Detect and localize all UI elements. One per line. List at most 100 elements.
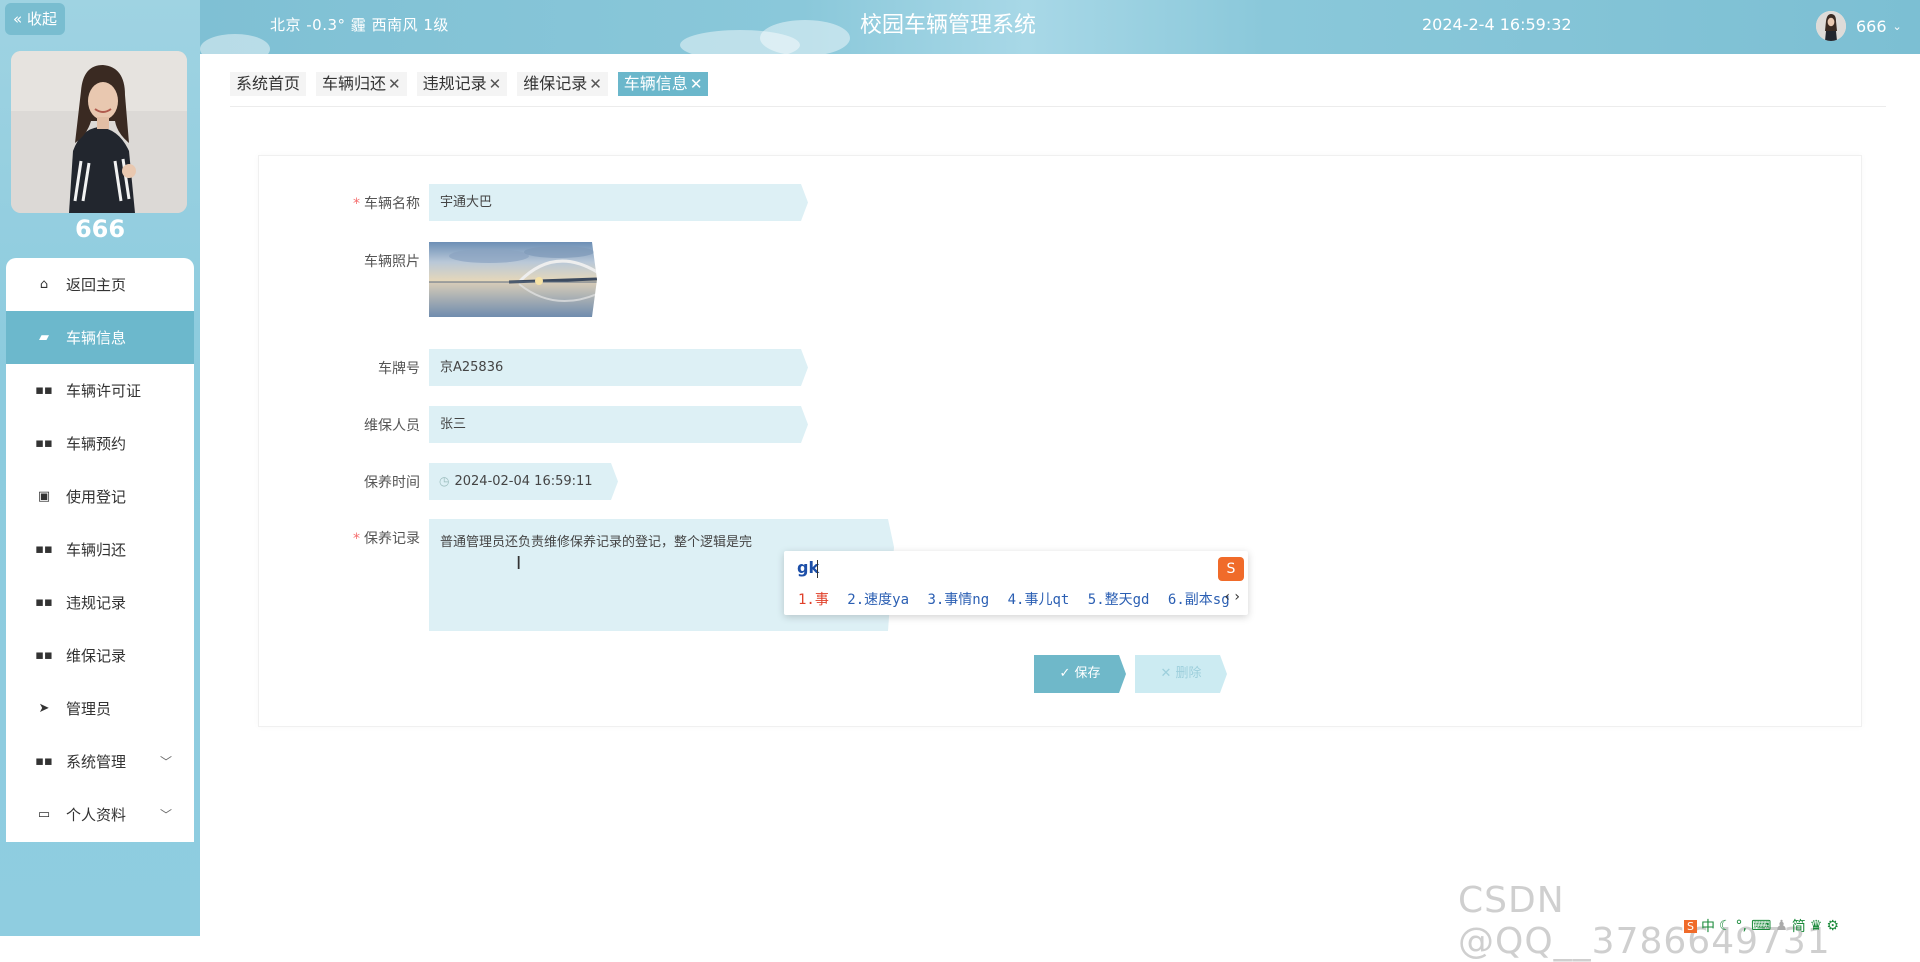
punctuation-icon[interactable]: °,	[1736, 918, 1747, 934]
cloud-decoration	[760, 20, 850, 54]
tab-home[interactable]: 系统首页	[230, 72, 307, 96]
user-avatar-large	[11, 51, 187, 213]
required-mark: *	[353, 531, 360, 547]
sidebar-item-label: 返回主页	[66, 276, 127, 294]
sidebar-item-label: 车辆预约	[66, 435, 127, 453]
cloud-decoration	[200, 34, 270, 54]
tab-label: 系统首页	[236, 74, 301, 93]
sidebar-item-vehicle-booking[interactable]: ▪▪ 车辆预约	[6, 417, 194, 470]
user-icon[interactable]: ♟	[1775, 918, 1788, 934]
home-icon: ⌂	[39, 277, 49, 292]
tab-vehicle-return[interactable]: 车辆归还 ✕	[316, 72, 407, 96]
maintenance-time-label: 保养时间	[364, 475, 420, 491]
tab-label: 车辆信息	[623, 74, 688, 93]
grid-icon: ▪▪	[35, 754, 53, 769]
vehicle-photo-label: 车辆照片	[364, 254, 420, 270]
avatar	[1816, 11, 1846, 41]
tab-divider	[230, 106, 1886, 107]
sidebar-item-vehicle-info[interactable]: ▰ 车辆信息	[6, 311, 194, 364]
current-datetime: 2024-2-4 16:59:32	[1422, 15, 1572, 34]
card-icon: ▭	[37, 807, 51, 822]
ime-candidates: 1.事 2.速度ya 3.事情ng 4.事儿qt 5.整天gd 6.副本sg	[798, 589, 1240, 609]
page-title: 校园车辆管理系统	[860, 13, 1037, 38]
grid-icon: ▪▪	[35, 383, 53, 398]
sidebar-item-label: 车辆归还	[66, 541, 127, 559]
ime-candidate-popup: gk S 1.事 2.速度ya 3.事情ng 4.事儿qt 5.整天gd 6.副…	[784, 551, 1248, 615]
grid-icon: ▪▪	[35, 436, 53, 451]
ime-candidate[interactable]: 6.副本sg	[1168, 592, 1230, 608]
delete-button[interactable]: ✕ 删除	[1135, 655, 1227, 693]
top-header: 北京 -0.3° 霾 西南风 1级 校园车辆管理系统 2024-2-4 16:5…	[200, 0, 1920, 54]
ime-candidate[interactable]: 3.事情ng	[927, 592, 989, 608]
skin-icon[interactable]: ♛	[1810, 918, 1823, 934]
tab-bar: 系统首页 车辆归还 ✕ 违规记录 ✕ 维保记录 ✕ 车辆信息 ✕	[230, 72, 718, 97]
simplified-indicator[interactable]: 简	[1792, 916, 1806, 936]
label-text: 车辆名称	[364, 196, 420, 212]
close-icon[interactable]: ✕	[690, 72, 703, 96]
sidebar-menu: ⌂ 返回主页 ▰ 车辆信息 ▪▪ 车辆许可证 ▪▪ 车辆预约 ▣ 使用登记 ▪▪…	[6, 258, 194, 842]
send-icon: ➤	[38, 701, 50, 716]
sogou-tray-icon[interactable]: S	[1684, 919, 1697, 933]
close-icon[interactable]: ✕	[388, 72, 401, 96]
sidebar-item-usage-register[interactable]: ▣ 使用登记	[6, 470, 194, 523]
ime-candidate[interactable]: 1.事	[798, 592, 829, 608]
sidebar-item-label: 使用登记	[66, 488, 127, 506]
label-text: 保养记录	[364, 531, 420, 547]
sidebar-user-name: 666	[74, 215, 126, 243]
tab-maintenance[interactable]: 维保记录 ✕	[517, 72, 608, 96]
sidebar-item-label: 系统管理	[66, 753, 127, 771]
ime-candidate[interactable]: 4.事儿qt	[1008, 592, 1070, 608]
sidebar: « 收起 666 ⌂ 返回主页 ▰ 车辆信息 ▪▪ 车辆许可证 ▪▪ 车辆预约 …	[0, 0, 200, 936]
close-icon[interactable]: ✕	[489, 72, 502, 96]
vehicle-name-input[interactable]: 宇通大巴	[429, 184, 808, 221]
chevron-down-icon: ﹀	[159, 808, 172, 822]
chevron-down-icon: ⌄	[1892, 19, 1902, 33]
tab-label: 车辆归还	[322, 74, 387, 93]
plate-label: 车牌号	[378, 361, 420, 377]
tab-label: 违规记录	[422, 74, 487, 93]
chevron-down-icon: ﹀	[159, 755, 172, 769]
plate-input[interactable]: 京A25836	[429, 349, 808, 386]
ime-candidate[interactable]: 5.整天gd	[1088, 592, 1150, 608]
sidebar-item-label: 违规记录	[66, 594, 127, 612]
user-menu[interactable]: 666 ⌄	[1816, 10, 1902, 42]
message-icon: ▰	[39, 330, 49, 345]
settings-gear-icon[interactable]: ⚙	[1826, 918, 1839, 934]
grid-icon: ▪▪	[35, 648, 53, 663]
moon-icon[interactable]: ☾	[1719, 918, 1732, 934]
sidebar-item-label: 车辆信息	[66, 329, 127, 347]
sidebar-item-admins[interactable]: ➤ 管理员	[6, 682, 194, 735]
sidebar-item-maintenance[interactable]: ▪▪ 维保记录	[6, 629, 194, 682]
sidebar-item-violations[interactable]: ▪▪ 违规记录	[6, 576, 194, 629]
maintenance-record-label: * 保养记录	[260, 528, 420, 548]
collapse-sidebar-button[interactable]: « 收起	[5, 3, 65, 35]
sogou-logo-icon[interactable]: S	[1218, 557, 1244, 581]
vehicle-name-label: * 车辆名称	[260, 193, 420, 213]
keyboard-icon[interactable]: ⌨	[1751, 918, 1771, 934]
clipboard-check-icon: ▣	[37, 489, 51, 504]
maintainer-label: 维保人员	[364, 418, 420, 434]
chinese-mode-indicator[interactable]: 中	[1701, 916, 1715, 936]
sidebar-item-vehicle-return[interactable]: ▪▪ 车辆归还	[6, 523, 194, 576]
tab-violations[interactable]: 违规记录 ✕	[416, 72, 508, 96]
sidebar-item-profile[interactable]: ▭ 个人资料 ﹀	[6, 788, 194, 841]
grid-icon: ▪▪	[35, 542, 53, 557]
clock-icon: ◷	[439, 474, 450, 488]
vehicle-photo[interactable]	[429, 242, 597, 317]
maintainer-input[interactable]: 张三	[429, 406, 808, 443]
ime-candidate[interactable]: 2.速度ya	[847, 592, 909, 608]
maintenance-time-picker[interactable]: ◷ 2024-02-04 16:59:11	[429, 463, 618, 500]
text-cursor-icon: I	[516, 553, 522, 574]
sidebar-item-system-management[interactable]: ▪▪ 系统管理 ﹀	[6, 735, 194, 788]
time-value: 2024-02-04 16:59:11	[454, 474, 593, 489]
close-icon[interactable]: ✕	[589, 72, 602, 96]
grid-icon: ▪▪	[35, 595, 53, 610]
ime-composition: gk	[797, 558, 820, 577]
sidebar-item-vehicle-permit[interactable]: ▪▪ 车辆许可证	[6, 364, 194, 417]
sidebar-item-home[interactable]: ⌂ 返回主页	[6, 258, 194, 311]
tab-vehicle-info[interactable]: 车辆信息 ✕	[617, 72, 709, 96]
tab-label: 维保记录	[523, 74, 588, 93]
ime-status-bar: S 中 ☾ °, ⌨ ♟ 简 ♛ ⚙	[1684, 917, 1843, 935]
ime-page-arrows[interactable]: ‹ ›	[1224, 589, 1240, 605]
save-button[interactable]: ✓ 保存	[1034, 655, 1126, 693]
